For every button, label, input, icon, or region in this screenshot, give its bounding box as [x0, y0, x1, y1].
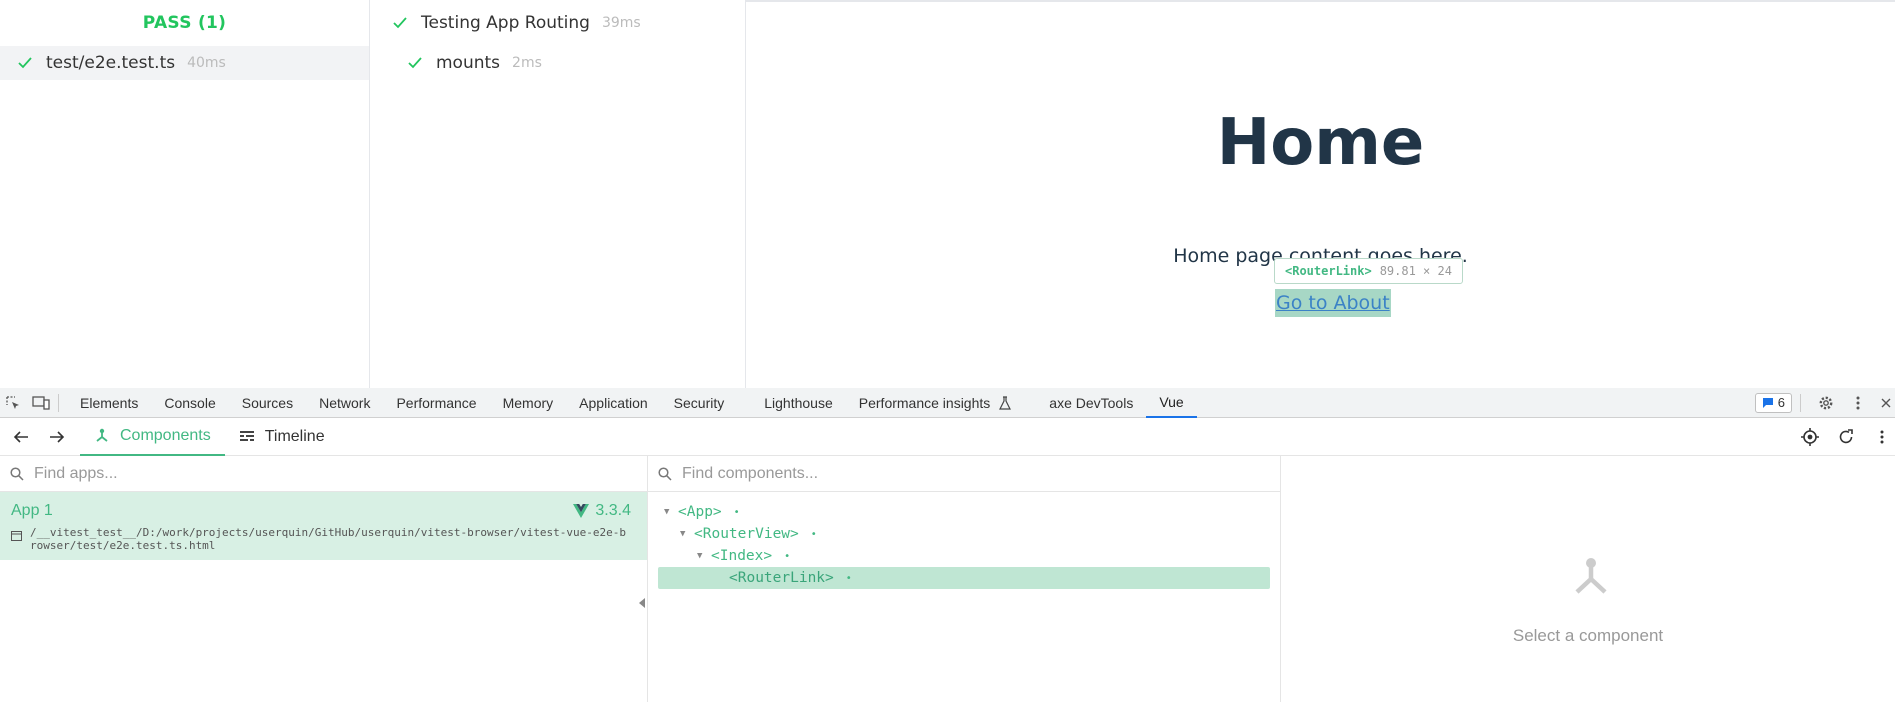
close-icon[interactable]: [1877, 394, 1895, 412]
tab-console[interactable]: Console: [151, 388, 228, 418]
components-search: [648, 456, 1280, 492]
message-icon: [1762, 397, 1773, 408]
component-tree-panel: ▼ <App> • ▼ <RouterView> • ▼ <Index> • <…: [648, 456, 1281, 702]
search-icon: [10, 466, 24, 481]
app-version-number: 3.3.4: [595, 502, 631, 519]
test-file-duration: 40ms: [187, 55, 226, 71]
component-tree: ▼ <App> • ▼ <RouterView> • ▼ <Index> • <…: [648, 492, 1280, 589]
tab-network[interactable]: Network: [306, 388, 383, 418]
search-icon: [658, 466, 672, 481]
tree-node-label: <App>: [678, 504, 722, 520]
devtools-tab-bar: Elements Console Sources Network Perform…: [0, 388, 1895, 418]
issues-badge[interactable]: 6: [1754, 392, 1792, 413]
app-preview: Home Home page content goes here.: [746, 0, 1895, 388]
select-component-message: Select a component: [1512, 626, 1664, 645]
expand-triangle-icon[interactable]: ▼: [697, 551, 711, 561]
component-highlight-tooltip: <RouterLink> 89.81 × 24: [1274, 258, 1463, 284]
tree-node-label: <RouterView>: [694, 526, 799, 542]
tree-node-routerview[interactable]: ▼ <RouterView> •: [648, 523, 1280, 545]
select-component-icon[interactable]: [1801, 427, 1819, 446]
node-dot-icon: •: [810, 528, 817, 540]
test-suite-duration: 39ms: [601, 15, 641, 31]
test-case-name: mounts: [436, 53, 501, 73]
components-search-input[interactable]: [682, 464, 1242, 483]
tab-lighthouse[interactable]: Lighthouse: [751, 388, 846, 418]
vue-devtools-toolbar: Components Timeline: [0, 418, 1895, 456]
tab-security[interactable]: Security: [661, 388, 738, 418]
check-icon: [408, 57, 422, 69]
inspect-element-icon[interactable]: [4, 394, 22, 412]
expand-triangle-icon[interactable]: ▼: [664, 507, 678, 517]
node-dot-icon: •: [733, 506, 740, 518]
collapse-panel-handle[interactable]: [636, 593, 648, 613]
apps-search-input[interactable]: [34, 464, 594, 483]
test-file-name: test/e2e.test.ts: [46, 53, 176, 73]
test-file-row[interactable]: test/e2e.test.ts 40ms: [0, 46, 369, 80]
apps-panel: App 1 3.3.4 /__vitest_test__/D:/work/pro…: [0, 456, 648, 702]
tree-node-app[interactable]: ▼ <App> •: [648, 501, 1280, 523]
about-link[interactable]: Go to About: [1275, 289, 1391, 317]
component-detail-panel: Select a component: [1281, 456, 1895, 702]
components-icon: [96, 428, 108, 442]
tab-performance-insights[interactable]: Performance insights: [846, 388, 997, 418]
check-icon: [393, 17, 407, 29]
divider: [58, 393, 59, 412]
pass-header: PASS (1): [142, 13, 227, 33]
components-icon: [1575, 558, 1607, 594]
tab-components-label: Components: [120, 426, 211, 444]
divider: [1800, 393, 1801, 412]
refresh-icon[interactable]: [1837, 428, 1855, 446]
expand-triangle-icon[interactable]: ▼: [680, 529, 694, 539]
page-title: Home: [1216, 106, 1425, 180]
tab-components[interactable]: Components: [80, 418, 225, 456]
tab-sources[interactable]: Sources: [229, 388, 306, 418]
back-arrow-icon[interactable]: [12, 428, 30, 446]
test-suite-row[interactable]: Testing App Routing 39ms: [371, 0, 745, 46]
test-files-pane: PASS (1) test/e2e.test.ts 40ms: [0, 0, 370, 388]
test-runner: PASS (1) test/e2e.test.ts 40ms Testing A…: [0, 0, 1895, 388]
test-suite-name: Testing App Routing: [421, 13, 590, 33]
device-toggle-icon[interactable]: [32, 394, 50, 412]
tree-node-routerlink[interactable]: <RouterLink> •: [658, 567, 1270, 589]
issues-count: 6: [1777, 395, 1785, 410]
vue-logo-icon: [573, 504, 590, 518]
tab-timeline-label: Timeline: [264, 427, 325, 445]
node-dot-icon: •: [784, 550, 791, 562]
tab-axe-devtools[interactable]: axe DevTools: [1036, 388, 1146, 418]
tree-node-index[interactable]: ▼ <Index> •: [648, 545, 1280, 567]
gear-icon[interactable]: [1817, 394, 1835, 412]
check-icon: [18, 57, 32, 69]
apps-search: [0, 456, 647, 492]
tab-memory[interactable]: Memory: [490, 388, 567, 418]
timeline-icon: [239, 430, 254, 441]
window-icon: [11, 531, 22, 541]
test-case-duration: 2ms: [512, 55, 542, 71]
tree-node-label: <Index>: [711, 548, 773, 564]
test-case-row[interactable]: mounts 2ms: [371, 46, 745, 80]
tab-vue[interactable]: Vue: [1146, 388, 1197, 418]
tab-elements[interactable]: Elements: [67, 388, 151, 418]
app-item[interactable]: App 1 3.3.4 /__vitest_test__/D:/work/pro…: [0, 492, 647, 560]
more-vertical-icon[interactable]: [1873, 428, 1891, 446]
app-version: 3.3.4: [573, 502, 631, 520]
flask-icon: [996, 394, 1014, 412]
tab-timeline[interactable]: Timeline: [225, 418, 339, 456]
tooltip-size: 89.81 × 24: [1379, 264, 1452, 278]
app-name: App 1: [11, 502, 53, 519]
forward-arrow-icon[interactable]: [48, 428, 66, 446]
app-path: /__vitest_test__/D:/work/projects/userqu…: [30, 526, 627, 552]
tab-application[interactable]: Application: [566, 388, 661, 418]
node-dot-icon: •: [845, 572, 852, 584]
tree-node-label: <RouterLink>: [729, 570, 834, 586]
more-vertical-icon[interactable]: [1849, 394, 1867, 412]
app-path-row: /__vitest_test__/D:/work/projects/userqu…: [11, 526, 631, 552]
tab-performance[interactable]: Performance: [383, 388, 489, 418]
chevron-left-icon: [638, 598, 645, 608]
tooltip-component-name: <RouterLink>: [1285, 264, 1372, 278]
test-cases-pane: Testing App Routing 39ms mounts 2ms: [371, 0, 746, 388]
